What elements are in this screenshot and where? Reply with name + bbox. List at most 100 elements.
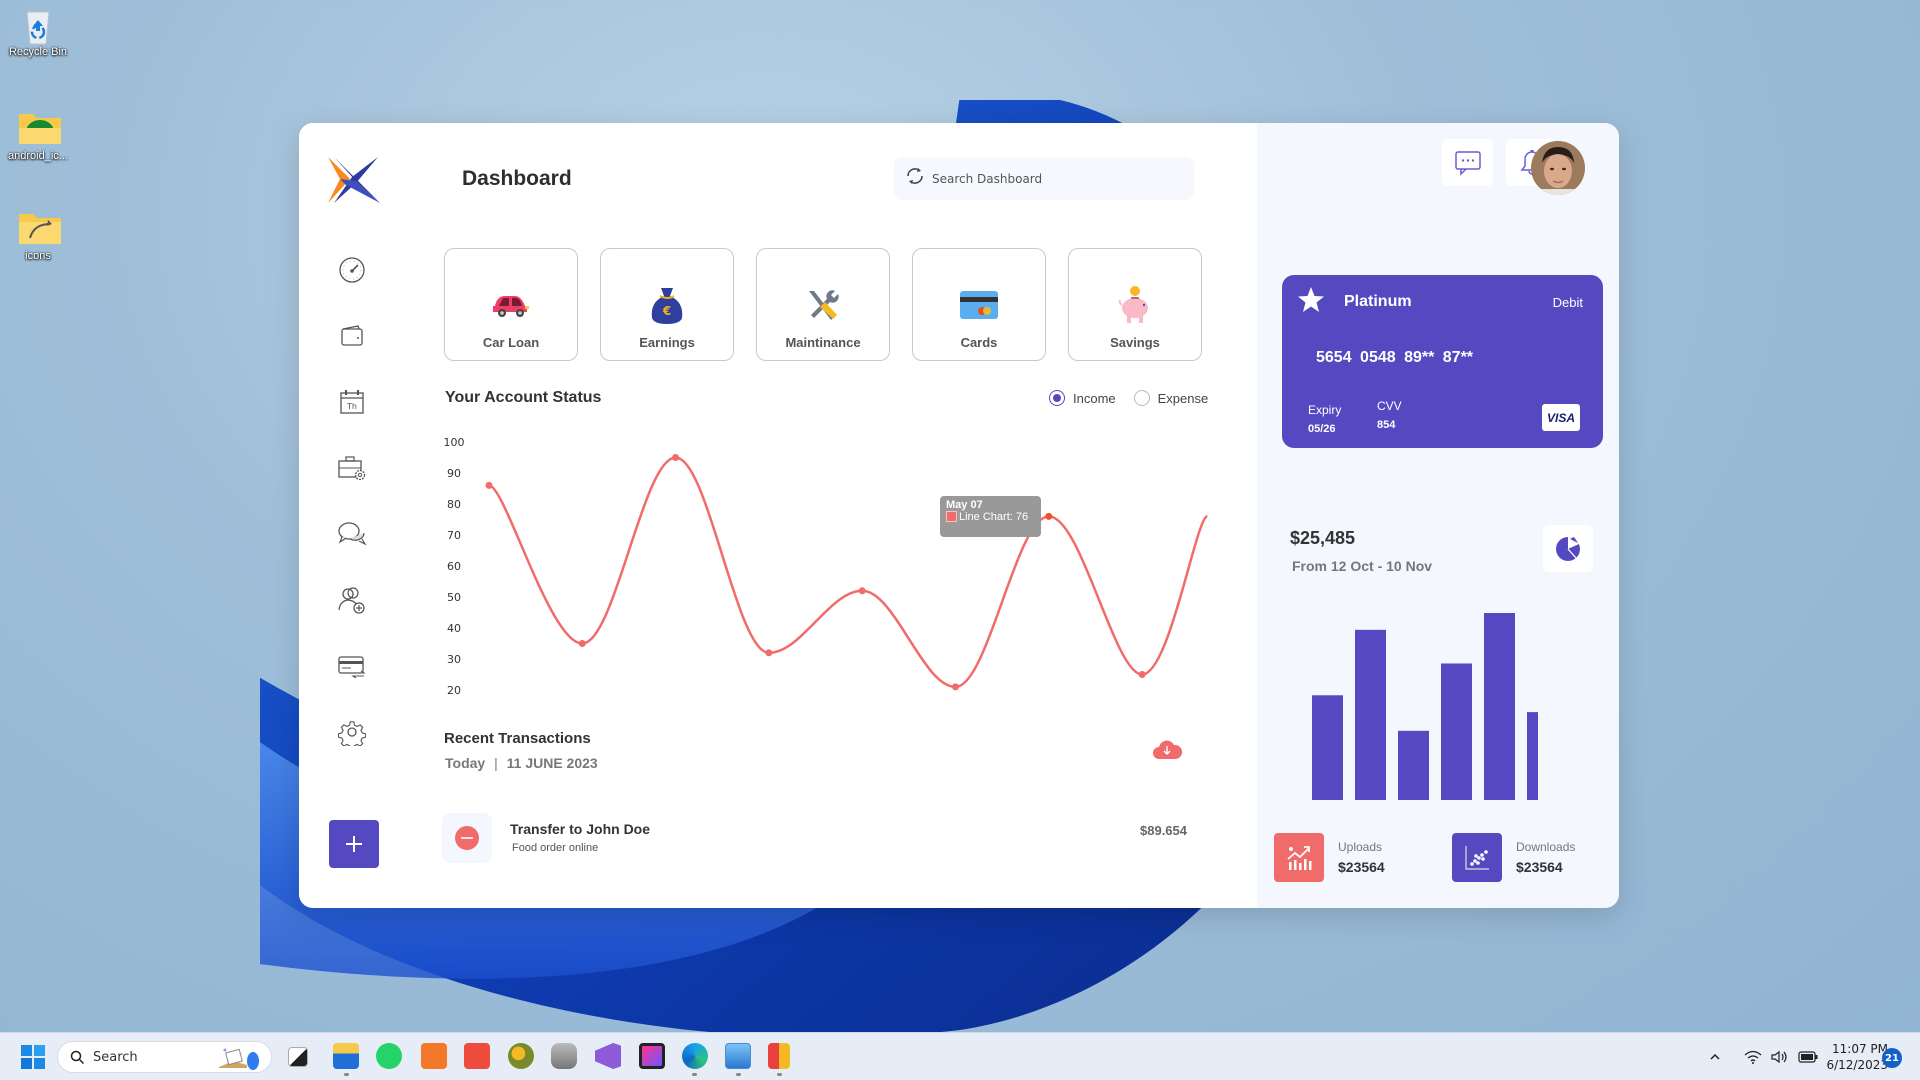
user-avatar[interactable]	[1531, 141, 1585, 195]
tile-cards[interactable]: Cards	[912, 248, 1046, 361]
chat-icon	[1454, 150, 1481, 176]
card-number: 5654 0548 89** 87**	[1316, 349, 1474, 366]
add-button[interactable]	[329, 820, 379, 868]
start-button[interactable]	[21, 1045, 45, 1069]
search-icon	[904, 165, 926, 192]
speedometer-icon	[339, 257, 365, 283]
sidebar-item-settings[interactable]	[335, 715, 369, 749]
line-point[interactable]	[672, 454, 680, 461]
summary-bar[interactable]	[1398, 730, 1429, 800]
clock[interactable]: 11:07 PM 6/12/2023	[1808, 1041, 1888, 1073]
card-transfer-icon	[338, 656, 366, 679]
system-tray	[1708, 1033, 1818, 1080]
desktop-icon-recycle-bin[interactable]: Recycle Bin	[4, 6, 72, 58]
briefcase-gear-icon	[338, 456, 366, 481]
expense-radio[interactable]	[1133, 390, 1150, 406]
chevron-up-icon[interactable]	[1708, 1050, 1722, 1064]
running-indicator	[736, 1073, 741, 1076]
tile-earnings[interactable]: € Earnings	[600, 248, 734, 361]
tile-savings[interactable]: Savings	[1068, 248, 1202, 361]
taskbar-visual-studio[interactable]	[595, 1043, 621, 1069]
y-tick-label: 50	[447, 591, 461, 604]
downloads-label: Downloads	[1516, 840, 1576, 854]
desktop-icon-android-ic[interactable]: android_ic...	[4, 110, 72, 162]
summary-bar[interactable]	[1441, 663, 1472, 800]
search-bar[interactable]	[894, 157, 1194, 200]
income-label[interactable]: Income	[1073, 391, 1116, 406]
volume-icon[interactable]	[1770, 1050, 1788, 1064]
sidebar-item-card-transfer[interactable]	[335, 649, 369, 683]
debit-card[interactable]: Platinum Debit 5654 0548 89** 87** Expir…	[1282, 275, 1603, 448]
taskbar-edge[interactable]	[682, 1043, 708, 1069]
income-expense-toggle: Income Expense	[1049, 390, 1226, 406]
line-point[interactable]	[1138, 671, 1146, 678]
minus-circle-icon	[455, 826, 479, 850]
recycle-bin-icon	[18, 6, 58, 45]
gear-icon	[338, 721, 366, 746]
card-type: Debit	[1552, 295, 1583, 310]
line-point[interactable]	[858, 587, 866, 595]
taskbar-database[interactable]	[551, 1043, 577, 1069]
uploads-label: Uploads	[1338, 840, 1383, 854]
windows-logo-icon	[21, 1045, 45, 1069]
folder-icon	[18, 210, 61, 246]
transactions-date: Today | 11 JUNE 2023	[445, 755, 598, 771]
desktop-icon-icons[interactable]: icons	[4, 210, 72, 262]
taskbar-whatsapp[interactable]	[376, 1043, 402, 1069]
uploads-value: $23564	[1338, 859, 1385, 875]
expense-label[interactable]: Expense	[1158, 391, 1209, 406]
account-status-line-chart: 100 90 80 70 60 50 40 30 20	[444, 436, 1209, 697]
wallet-icon	[341, 325, 363, 346]
taskbar-search[interactable]: Search	[57, 1041, 272, 1073]
sidebar-item-dashboard[interactable]	[335, 253, 369, 287]
transaction-row[interactable]: Transfer to John Doe Food order online $…	[442, 813, 1202, 863]
wifi-icon[interactable]	[1744, 1050, 1762, 1064]
dashboard-window: Dashboard Th	[299, 123, 1619, 908]
line-point[interactable]	[765, 649, 773, 657]
search-icon	[70, 1050, 85, 1064]
today-label: Today	[445, 755, 486, 771]
y-tick-label: 80	[447, 498, 461, 511]
transaction-subtitle: Food order online	[512, 842, 599, 854]
y-tick-label: 70	[447, 529, 461, 542]
search-input[interactable]	[932, 171, 1172, 186]
line-point[interactable]	[578, 640, 586, 647]
taskbar-task-view[interactable]	[288, 1047, 308, 1067]
tile-label: Cards	[960, 335, 998, 350]
sidebar-nav: Th	[335, 253, 369, 781]
line-point[interactable]	[485, 481, 493, 489]
sidebar-item-calendar[interactable]: Th	[335, 385, 369, 419]
sidebar-item-wallet[interactable]	[335, 319, 369, 353]
desktop-icon-label: Recycle Bin	[8, 46, 68, 58]
sidebar-item-add-user[interactable]	[335, 583, 369, 617]
taskbar-camtasia[interactable]	[464, 1043, 490, 1069]
taskbar-xampp[interactable]	[421, 1043, 447, 1069]
sidebar-item-briefcase-settings[interactable]	[335, 451, 369, 485]
summary-bar[interactable]	[1527, 712, 1538, 800]
cvv-label: CVV	[1377, 399, 1402, 413]
notification-badge[interactable]: 21	[1882, 1048, 1902, 1068]
taskbar-search-label: Search	[93, 1049, 138, 1065]
taskbar-phpstorm[interactable]	[639, 1043, 665, 1069]
line-point[interactable]	[1045, 512, 1053, 520]
summary-bar[interactable]	[1312, 695, 1343, 800]
messages-button[interactable]	[1442, 139, 1493, 186]
line-point[interactable]	[952, 683, 959, 691]
tile-label: Earnings	[639, 335, 695, 350]
y-tick-label: 60	[447, 560, 461, 573]
summary-bar[interactable]	[1355, 629, 1386, 800]
tile-car-loan[interactable]: Car Loan	[444, 248, 578, 361]
plus-icon	[346, 836, 362, 852]
taskbar-office-app[interactable]	[768, 1043, 790, 1069]
taskbar-control-panel[interactable]	[725, 1043, 751, 1069]
y-tick-label: 20	[447, 684, 461, 697]
income-radio[interactable]	[1049, 390, 1065, 406]
pie-chart-button[interactable]	[1543, 525, 1593, 572]
taskbar-cyberduck[interactable]	[508, 1043, 534, 1069]
tile-maintinance[interactable]: Maintinance	[756, 248, 890, 361]
summary-bar[interactable]	[1484, 613, 1515, 800]
download-cloud-button[interactable]	[1151, 737, 1183, 763]
sidebar-item-messages[interactable]	[335, 517, 369, 551]
taskbar-file-explorer[interactable]	[333, 1043, 359, 1069]
clock-time: 11:07 PM	[1832, 1042, 1888, 1056]
